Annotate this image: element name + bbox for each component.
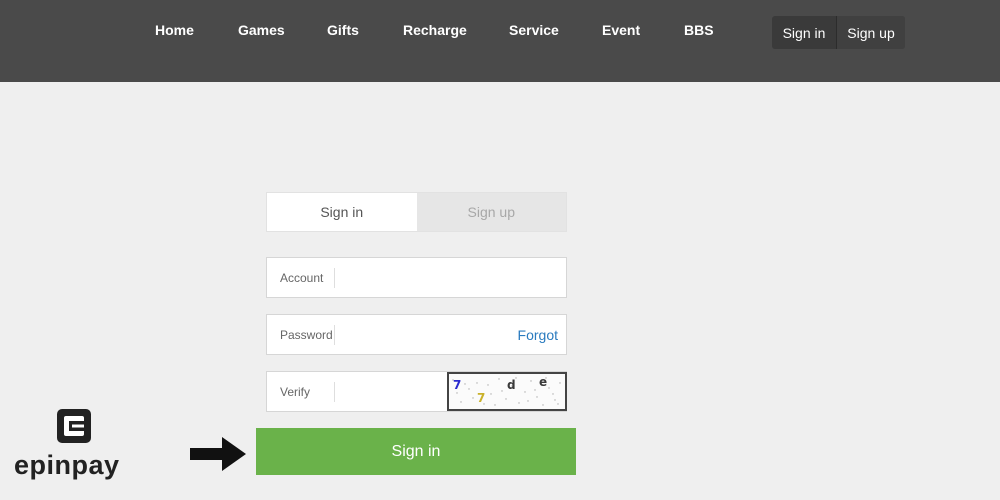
header-sign-in-button[interactable]: Sign in — [772, 16, 837, 49]
password-field: Password Forgot — [266, 314, 567, 355]
epinpay-watermark: epinpay — [14, 406, 154, 486]
account-divider — [334, 268, 335, 288]
header-auth-buttons: Sign in Sign up — [772, 16, 905, 49]
nav-event[interactable]: Event — [602, 22, 640, 38]
verify-divider — [334, 382, 335, 402]
epinpay-brand-name: epinpay — [14, 450, 120, 480]
nav-gifts[interactable]: Gifts — [327, 22, 359, 38]
password-divider — [334, 325, 335, 345]
top-navigation-bar: Home Games Gifts Recharge Service Event … — [0, 0, 1000, 82]
verify-label: Verify — [280, 384, 311, 399]
nav-bbs[interactable]: BBS — [684, 22, 714, 38]
auth-tabs-container: Sign in Sign up — [266, 192, 567, 232]
nav-recharge[interactable]: Recharge — [403, 22, 467, 38]
captcha-char-3: d — [507, 378, 516, 392]
nav-games[interactable]: Games — [238, 22, 285, 38]
nav-service[interactable]: Service — [509, 22, 559, 38]
tab-sign-in[interactable]: Sign in — [267, 193, 417, 231]
captcha-char-1: 7 — [453, 378, 462, 392]
account-input[interactable] — [341, 264, 511, 292]
right-arrow-icon — [190, 437, 246, 471]
verify-field: Verify 7 7 d e — [266, 371, 567, 412]
sign-in-submit-button[interactable]: Sign in — [256, 428, 576, 475]
account-label: Account — [280, 270, 324, 285]
epinpay-logo-icon — [57, 409, 91, 443]
header-sign-up-button[interactable]: Sign up — [837, 16, 905, 49]
nav-home[interactable]: Home — [155, 22, 194, 38]
verify-input[interactable] — [341, 378, 441, 406]
captcha-char-2: 7 — [477, 391, 486, 405]
captcha-image[interactable]: 7 7 d e — [447, 372, 567, 411]
password-input[interactable] — [341, 321, 491, 349]
tab-sign-up[interactable]: Sign up — [416, 193, 566, 231]
forgot-password-link[interactable]: Forgot — [518, 315, 558, 354]
account-field: Account — [266, 257, 567, 298]
password-label: Password — [280, 327, 333, 342]
main-nav: Home Games Gifts Recharge Service Event … — [0, 0, 760, 64]
captcha-char-4: e — [539, 375, 548, 389]
auth-tabs: Sign in Sign up — [266, 192, 567, 232]
